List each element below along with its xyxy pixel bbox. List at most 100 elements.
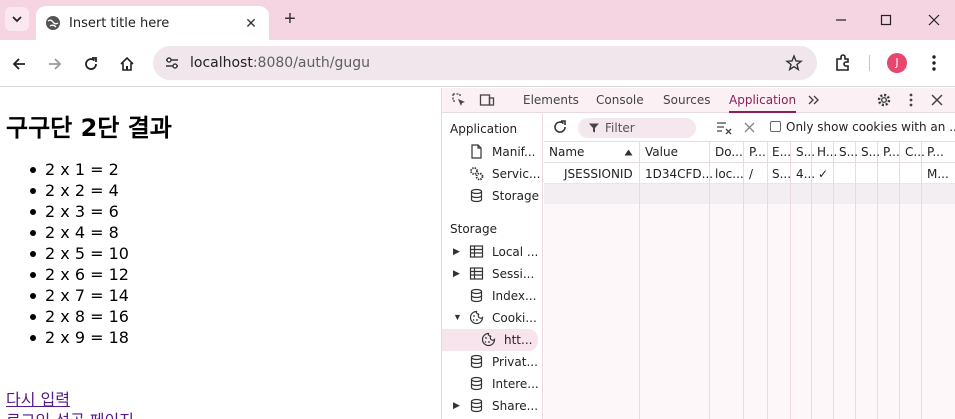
- only-issues-checkbox[interactable]: Only show cookies with an ...: [770, 120, 955, 134]
- gear-icon[interactable]: [876, 92, 892, 108]
- close-tab-icon[interactable]: ✕: [243, 15, 259, 31]
- arrow-left-icon: [12, 58, 25, 70]
- tab-search-button[interactable]: [5, 7, 29, 31]
- tab-sources[interactable]: Sources: [663, 88, 710, 113]
- profile-avatar[interactable]: J: [887, 53, 907, 73]
- new-tab-button[interactable]: +: [280, 9, 300, 29]
- delete-selected-icon[interactable]: [743, 121, 756, 134]
- home-button[interactable]: [116, 53, 138, 75]
- column-header-httponly[interactable]: H...: [817, 145, 837, 159]
- column-header-path[interactable]: P...: [749, 145, 766, 159]
- refresh-icon[interactable]: [552, 119, 568, 135]
- sidebar-item-interest-groups[interactable]: Intere...: [442, 373, 542, 395]
- forward-button[interactable]: [44, 53, 66, 75]
- cookies-table: Name Value Do... P... E... S... H... S..…: [544, 142, 955, 419]
- more-vertical-icon: [932, 55, 936, 71]
- filter-input[interactable]: Filter: [578, 118, 696, 138]
- back-button[interactable]: [8, 53, 30, 75]
- column-header-value[interactable]: Value: [645, 145, 678, 159]
- database-icon: [470, 288, 483, 303]
- column-header-size[interactable]: S...: [796, 145, 815, 159]
- table-icon: [469, 245, 484, 258]
- bookmark-star-icon[interactable]: [785, 54, 803, 72]
- sidebar-item-session-storage[interactable]: ▶ Sessi...: [442, 263, 542, 285]
- browser-tab[interactable]: Insert title here ✕: [36, 6, 269, 40]
- expand-arrow-icon[interactable]: ▶: [453, 268, 460, 279]
- device-toolbar-icon[interactable]: [479, 92, 495, 108]
- database-icon: [470, 188, 483, 203]
- tab-strip: Insert title here ✕ +: [0, 0, 955, 40]
- maximize-icon: [880, 14, 892, 26]
- sidebar-item-local-storage[interactable]: ▶ Local ...: [442, 241, 542, 263]
- maximize-button[interactable]: [876, 10, 896, 30]
- sidebar-item-shared-storage[interactable]: ▶ Share...: [442, 395, 542, 417]
- login-success-link[interactable]: 로그인 성공 페이지: [6, 407, 134, 419]
- sidebar-item-label: Storage: [492, 189, 539, 203]
- result-list: 2 x 1 = 2 2 x 2 = 4 2 x 3 = 6 2 x 4 = 8 …: [30, 160, 129, 349]
- database-icon: [470, 376, 483, 391]
- collapse-arrow-icon[interactable]: ▼: [453, 312, 462, 322]
- inspect-element-icon[interactable]: [451, 92, 467, 108]
- globe-icon: [46, 16, 60, 30]
- gears-icon: [470, 167, 484, 181]
- cookie-icon: [481, 332, 496, 347]
- url-host: localhost: [190, 55, 253, 71]
- column-divider: [878, 142, 900, 419]
- sidebar-item-cookies[interactable]: ▼ Cooki...: [442, 307, 542, 329]
- column-header-expires[interactable]: E...: [772, 145, 791, 159]
- document-icon: [471, 144, 482, 159]
- tab-console[interactable]: Console: [596, 88, 644, 113]
- sidebar-item-private-state-tokens[interactable]: Privat...: [442, 351, 542, 373]
- sidebar-item-manifest[interactable]: Manif...: [442, 141, 542, 163]
- column-header-secure[interactable]: S...: [839, 145, 858, 159]
- close-window-button[interactable]: [924, 10, 944, 30]
- cell-priority: M...: [927, 167, 949, 181]
- cookies-toolbar: Filter Only show cookies with an ...: [544, 114, 955, 142]
- cell-httponly: ✓: [818, 167, 829, 181]
- column-header-partition-key[interactable]: P...: [883, 145, 900, 159]
- cell-path: /: [749, 167, 754, 181]
- tab-application[interactable]: Application: [729, 88, 797, 113]
- column-divider: [856, 142, 878, 419]
- column-header-cross-site[interactable]: C...: [905, 145, 925, 159]
- page-content: 구구단 2단 결과 2 x 1 = 2 2 x 2 = 4 2 x 3 = 6 …: [0, 88, 441, 419]
- result-item: 2 x 7 = 14: [30, 286, 129, 305]
- more-tabs-icon[interactable]: [806, 92, 822, 108]
- minimize-button[interactable]: [831, 10, 851, 30]
- sidebar-item-indexeddb[interactable]: Index...: [442, 285, 542, 307]
- cookies-pane: Filter Only show cookies with an ... Nam: [544, 114, 955, 419]
- devtools-tabbar: Elements Console Sources Application: [442, 88, 955, 113]
- extensions-puzzle-icon[interactable]: [833, 53, 853, 73]
- sidebar-item-cookie-origin[interactable]: htt...: [442, 329, 538, 351]
- result-item: 2 x 6 = 12: [30, 265, 129, 284]
- url-text[interactable]: localhost:8080/auth/gugu: [190, 55, 370, 71]
- sidebar-item-label: Sessi...: [492, 267, 535, 281]
- site-info-icon[interactable]: [163, 54, 181, 72]
- sidebar-item-label: htt...: [504, 333, 533, 347]
- arrow-right-icon: [49, 58, 62, 70]
- close-icon: [928, 14, 940, 26]
- devtools-panel: Elements Console Sources Application App…: [441, 88, 955, 419]
- sidebar-header-application: Application: [450, 122, 518, 136]
- tab-elements[interactable]: Elements: [523, 88, 579, 113]
- expand-arrow-icon[interactable]: ▶: [453, 400, 460, 411]
- close-icon[interactable]: [929, 92, 945, 108]
- clear-filtered-cookies-icon[interactable]: [716, 120, 732, 136]
- table-icon: [469, 267, 484, 280]
- column-header-domain[interactable]: Do...: [715, 145, 743, 159]
- result-item: 2 x 5 = 10: [30, 244, 129, 263]
- sidebar-item-label: Index...: [492, 289, 537, 303]
- cell-size: 4...: [796, 167, 816, 181]
- column-header-priority[interactable]: P...: [927, 145, 944, 159]
- expand-arrow-icon[interactable]: ▶: [453, 246, 460, 257]
- sidebar-item-storage[interactable]: Storage: [442, 185, 542, 207]
- address-bar[interactable]: localhost:8080/auth/gugu: [153, 46, 817, 80]
- reload-button[interactable]: [80, 53, 102, 75]
- filter-placeholder: Filter: [605, 121, 635, 135]
- column-header-samesite[interactable]: S...: [861, 145, 880, 159]
- column-header-name[interactable]: Name: [549, 145, 584, 159]
- browser-menu-button[interactable]: [924, 53, 944, 73]
- more-vertical-icon[interactable]: [903, 92, 919, 108]
- checkbox-box[interactable]: [770, 121, 781, 132]
- sidebar-item-service-workers[interactable]: Servic...: [442, 163, 542, 185]
